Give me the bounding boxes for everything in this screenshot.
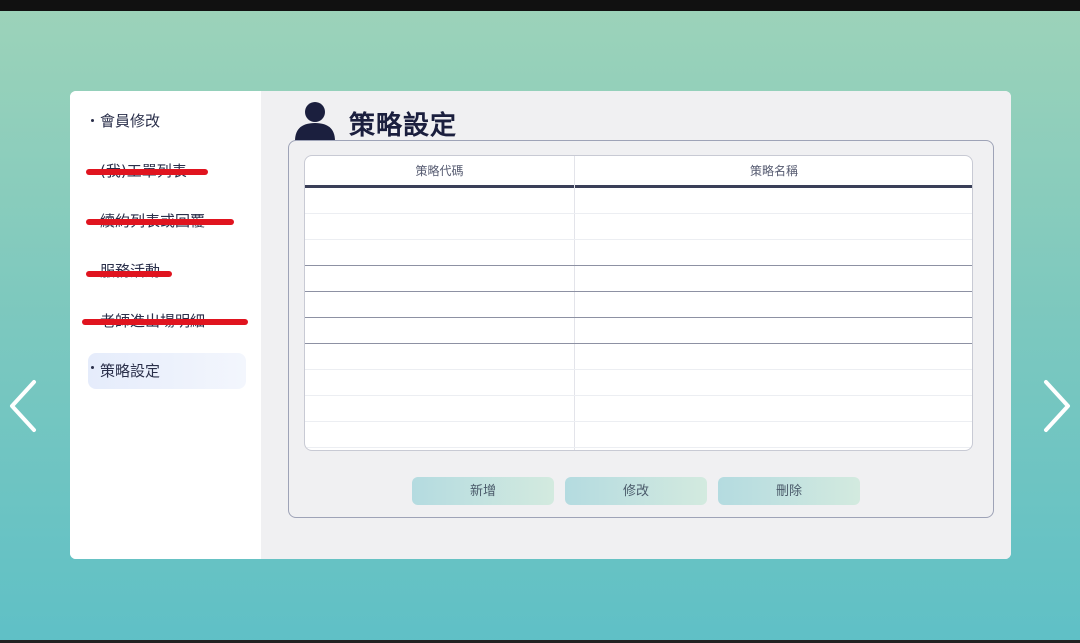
table-row[interactable]: [305, 214, 972, 240]
main-card: 會員修改 (我)工單列表 續約列表或回覆 服務活動 老師進出場明細 策略設定: [70, 91, 1011, 559]
person-icon: [295, 102, 335, 141]
column-header-code[interactable]: 策略代碼: [305, 156, 574, 187]
sidebar-item-member-edit[interactable]: 會員修改: [88, 103, 246, 139]
table-row[interactable]: [305, 396, 972, 422]
table-row[interactable]: [305, 370, 972, 396]
redaction-mark: [86, 219, 234, 225]
sidebar-item-strategy-settings[interactable]: 策略設定: [88, 353, 246, 389]
table-row[interactable]: [305, 188, 972, 214]
redaction-mark: [86, 169, 208, 175]
table-row[interactable]: [305, 240, 972, 266]
sidebar-item-activities[interactable]: 服務活動: [86, 253, 246, 289]
redaction-mark: [82, 319, 248, 325]
next-page-button[interactable]: [1036, 376, 1076, 436]
table-row[interactable]: [305, 266, 972, 292]
table-row[interactable]: [305, 422, 972, 448]
strategy-panel: 策略代碼 策略名稱 新增 修改 刪除: [288, 140, 994, 518]
delete-button[interactable]: 刪除: [718, 477, 860, 505]
sidebar-item-teacher-log[interactable]: 老師進出場明細: [82, 303, 248, 339]
chevron-left-icon: [10, 380, 36, 432]
content-area: 策略設定 策略代碼 策略名稱 新增 修改 刪除: [261, 91, 1011, 559]
page-title: 策略設定: [349, 111, 458, 141]
prev-page-button[interactable]: [4, 376, 44, 436]
bullet-icon: [91, 366, 94, 369]
add-button[interactable]: 新增: [412, 477, 554, 505]
sidebar-item-renewals[interactable]: 續約列表或回覆: [86, 203, 246, 239]
strategy-table: 策略代碼 策略名稱: [304, 155, 973, 451]
redaction-mark: [86, 271, 172, 277]
table-row[interactable]: [305, 292, 972, 318]
sidebar: 會員修改 (我)工單列表 續約列表或回覆 服務活動 老師進出場明細 策略設定: [70, 91, 261, 559]
table-row[interactable]: [305, 344, 972, 370]
column-header-name[interactable]: 策略名稱: [575, 156, 972, 187]
edit-button[interactable]: 修改: [565, 477, 707, 505]
bullet-icon: [91, 119, 94, 122]
row-divider: [305, 447, 972, 448]
chevron-right-icon: [1044, 380, 1070, 432]
sidebar-item-work-orders[interactable]: (我)工單列表: [86, 153, 246, 189]
table-row[interactable]: [305, 318, 972, 344]
sidebar-item-label: 策略設定: [100, 362, 161, 380]
top-status-bar: [0, 0, 1080, 11]
sidebar-item-label: 會員修改: [100, 112, 161, 130]
